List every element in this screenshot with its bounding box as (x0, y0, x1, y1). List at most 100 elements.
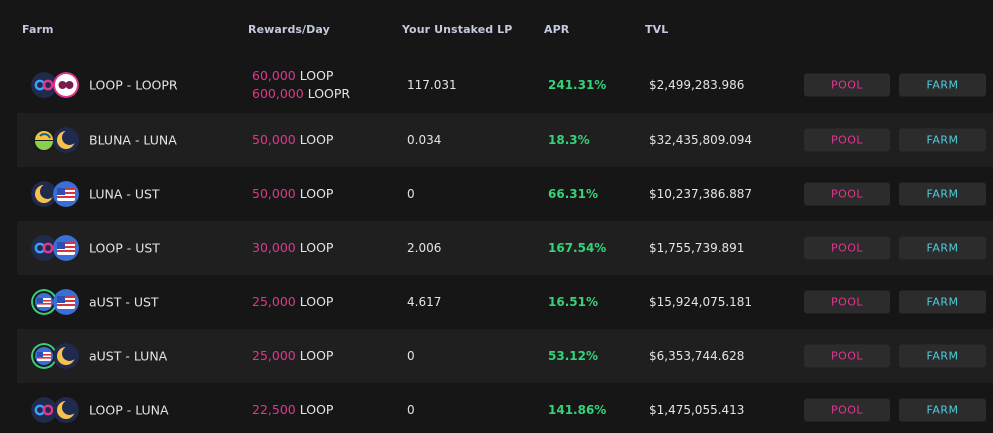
ust-icon (53, 289, 79, 315)
tvl-value: $1,475,055.413 (649, 403, 745, 417)
token-pair-icons (31, 180, 81, 208)
farm-button[interactable]: FARM (899, 236, 986, 260)
apr-value: 241.31% (548, 78, 607, 92)
pair-name: LOOP - LUNA (89, 402, 169, 418)
header-farm: Farm (22, 23, 54, 36)
pair-name: BLUNA - LUNA (89, 132, 177, 148)
reward-line: 50,000 LOOP (252, 185, 333, 203)
rewards-per-day: 25,000 LOOP (252, 347, 333, 365)
pool-button[interactable]: POOL (804, 128, 890, 152)
reward-amount: 60,000 (252, 68, 296, 83)
reward-amount: 50,000 (252, 186, 296, 201)
unstaked-lp: 0 (407, 349, 415, 363)
farm-row: LOOP - LOOPR 60,000 LOOP 600,000 LOOPR 117.… (17, 57, 993, 113)
farm-button[interactable]: FARM (899, 128, 986, 152)
header-tvl: TVL (645, 23, 669, 36)
unstaked-lp: 0 (407, 403, 415, 417)
rewards-per-day: 25,000 LOOP (252, 293, 333, 311)
reward-amount: 30,000 (252, 240, 296, 255)
reward-line: 22,500 LOOP (252, 401, 333, 419)
table-header: Farm Rewards/Day Your Unstaked LP APR TV… (0, 0, 993, 56)
luna-icon (53, 127, 79, 153)
farm-row: aUST - UST 25,000 LOOP 4.617 16.51% $15,924,… (17, 275, 993, 329)
apr-value: 66.31% (548, 187, 598, 201)
pool-button[interactable]: POOL (804, 73, 890, 97)
token-pair-icons (31, 126, 81, 154)
luna-icon (53, 397, 79, 423)
farm-button[interactable]: FARM (899, 73, 986, 97)
tvl-value: $1,755,739.891 (649, 241, 745, 255)
header-rewards: Rewards/Day (248, 23, 330, 36)
farm-row: LOOP - UST 30,000 LOOP 2.006 167.54% $1,755,… (17, 221, 993, 275)
farm-row: LUNA - UST 50,000 LOOP 0 66.31% $10,237,386.… (17, 167, 993, 221)
pair-name: LOOP - LOOPR (89, 77, 178, 93)
reward-token: LOOP (299, 68, 334, 83)
unstaked-lp: 0.034 (407, 133, 442, 147)
tvl-value: $32,435,809.094 (649, 133, 753, 147)
pair-name: aUST - UST (89, 294, 159, 310)
farm-row: aUST - LUNA 25,000 LOOP 0 53.12% $6,353,744.… (17, 329, 993, 383)
farm-button[interactable]: FARM (899, 182, 986, 206)
unstaked-lp: 0 (407, 187, 415, 201)
apr-value: 18.3% (548, 133, 590, 147)
luna-icon (53, 343, 79, 369)
token-pair-icons (31, 288, 81, 316)
apr-value: 141.86% (548, 403, 607, 417)
unstaked-lp: 4.617 (407, 295, 442, 309)
reward-line: 60,000 LOOP (252, 67, 350, 85)
reward-line: 30,000 LOOP (252, 239, 333, 257)
reward-line: 25,000 LOOP (252, 293, 333, 311)
unstaked-lp: 117.031 (407, 78, 457, 92)
pool-button[interactable]: POOL (804, 344, 890, 368)
pool-button[interactable]: POOL (804, 398, 890, 422)
token-pair-icons (31, 342, 81, 370)
token-pair-icons (31, 71, 81, 99)
farm-row: BLUNA - LUNA 50,000 LOOP 0.034 18.3% $32,435… (17, 113, 993, 167)
reward-amount: 600,000 (252, 86, 304, 101)
reward-token: LOOPR (307, 86, 351, 101)
header-apr: APR (544, 23, 570, 36)
apr-value: 53.12% (548, 349, 598, 363)
reward-line: 600,000 LOOPR (252, 85, 350, 103)
pair-name: LUNA - UST (89, 186, 160, 202)
rewards-per-day: 60,000 LOOP 600,000 LOOPR (252, 67, 350, 103)
farm-list: LOOP - LOOPR 60,000 LOOP 600,000 LOOPR 117.… (17, 57, 993, 433)
reward-token: LOOP (299, 186, 334, 201)
token-pair-icons (31, 396, 81, 424)
farm-button[interactable]: FARM (899, 290, 986, 314)
farm-row: LOOP - LUNA 22,500 LOOP 0 141.86% $1,475,055… (17, 383, 993, 433)
pool-button[interactable]: POOL (804, 236, 890, 260)
reward-line: 50,000 LOOP (252, 131, 333, 149)
tvl-value: $15,924,075.181 (649, 295, 753, 309)
token-pair-icons (31, 234, 81, 262)
reward-amount: 25,000 (252, 348, 296, 363)
rewards-per-day: 50,000 LOOP (252, 185, 333, 203)
apr-value: 167.54% (548, 241, 607, 255)
farm-button[interactable]: FARM (899, 398, 986, 422)
reward-amount: 25,000 (252, 294, 296, 309)
reward-line: 25,000 LOOP (252, 347, 333, 365)
rewards-per-day: 22,500 LOOP (252, 401, 333, 419)
reward-token: LOOP (299, 348, 334, 363)
tvl-value: $10,237,386.887 (649, 187, 753, 201)
rewards-per-day: 50,000 LOOP (252, 131, 333, 149)
farm-button[interactable]: FARM (899, 344, 986, 368)
reward-amount: 50,000 (252, 132, 296, 147)
pair-name: aUST - LUNA (89, 348, 168, 364)
reward-token: LOOP (299, 402, 334, 417)
reward-token: LOOP (299, 294, 334, 309)
reward-token: LOOP (299, 132, 334, 147)
pool-button[interactable]: POOL (804, 290, 890, 314)
apr-value: 16.51% (548, 295, 598, 309)
header-unstaked-lp: Your Unstaked LP (402, 23, 513, 36)
tvl-value: $6,353,744.628 (649, 349, 745, 363)
pool-button[interactable]: POOL (804, 182, 890, 206)
pair-name: LOOP - UST (89, 240, 160, 256)
reward-token: LOOP (299, 240, 334, 255)
rewards-per-day: 30,000 LOOP (252, 239, 333, 257)
ust-icon (53, 235, 79, 261)
unstaked-lp: 2.006 (407, 241, 442, 255)
ust-icon (53, 181, 79, 207)
loopr-icon (53, 72, 79, 98)
reward-amount: 22,500 (252, 402, 296, 417)
